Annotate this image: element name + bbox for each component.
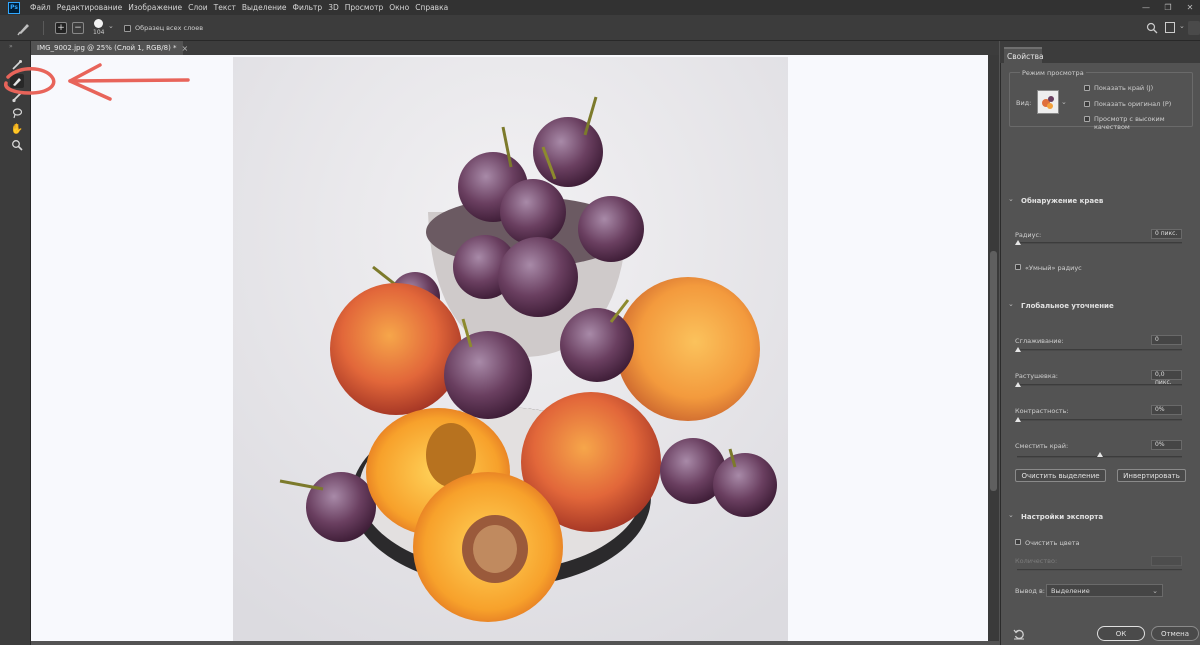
ok-button[interactable]: ОК [1097, 626, 1145, 641]
subtract-from-selection-button[interactable]: − [72, 22, 84, 34]
show-original-label: Показать оригинал (P) [1094, 100, 1172, 108]
tools-panel: » ✋ [0, 41, 31, 645]
restore-icon[interactable]: ❐ [1158, 0, 1178, 15]
workspace-icon[interactable] [1165, 22, 1175, 33]
brush-size-value: 104 [93, 29, 105, 36]
sample-all-layers-checkbox[interactable]: Образец всех слоев [124, 24, 203, 32]
edge-detection-title[interactable]: Обнаружение краев [1021, 197, 1103, 205]
amount-field [1151, 556, 1182, 566]
menu-select[interactable]: Выделение [242, 3, 287, 12]
view-chevron-down-icon[interactable]: ⌄ [1061, 98, 1067, 106]
minimize-icon[interactable]: — [1136, 0, 1156, 15]
amount-slider [1017, 569, 1182, 571]
menu-window[interactable]: Окно [389, 3, 409, 12]
menu-edit[interactable]: Редактирование [57, 3, 122, 12]
sample-all-layers-label: Образец всех слоев [135, 24, 204, 32]
output-to-select[interactable]: Выделение ⌄ [1046, 584, 1163, 597]
fruit-photo [233, 57, 788, 641]
document-tab-title: IMG_9002.jpg @ 25% (Слой 1, RGB/8) * [37, 44, 177, 52]
output-to-value: Выделение [1051, 586, 1090, 595]
photoshop-logo: Ps [8, 1, 20, 14]
menu-bar: Ps Файл Редактирование Изображение Слои … [0, 0, 1200, 15]
menu-image[interactable]: Изображение [128, 3, 182, 12]
collapse-icon[interactable]: » [9, 43, 13, 50]
options-bar: + − 104 ⌄ Образец всех слоев ⌄ [0, 15, 1200, 41]
cancel-button[interactable]: Отмена [1151, 626, 1199, 641]
radius-slider[interactable] [1017, 242, 1182, 244]
workspace-chevron-icon[interactable]: ⌄ [1179, 22, 1185, 30]
brush-tip-icon[interactable] [94, 19, 103, 28]
view-label: Вид: [1016, 99, 1032, 107]
smart-radius-label: «Умный» радиус [1025, 264, 1082, 272]
high-quality-label: Просмотр с высоким качеством [1094, 115, 1165, 131]
vertical-scrollbar[interactable] [988, 55, 999, 641]
menu-file[interactable]: Файл [30, 3, 51, 12]
menu-layers[interactable]: Слои [188, 3, 208, 12]
contrast-slider-knob[interactable] [1015, 417, 1021, 422]
shift-edge-field[interactable]: 0% [1151, 440, 1182, 450]
feather-field[interactable]: 0,0 пикс. [1151, 370, 1182, 386]
smooth-slider[interactable] [1017, 349, 1182, 351]
global-refine-chevron-icon[interactable]: ⌄ [1008, 300, 1014, 308]
checkbox-icon[interactable] [124, 24, 131, 32]
close-tab-icon[interactable]: × [182, 44, 189, 53]
hand-tool-icon[interactable]: ✋ [10, 122, 24, 136]
radius-slider-knob[interactable] [1015, 240, 1021, 245]
global-refine-title[interactable]: Глобальное уточнение [1021, 302, 1114, 310]
radius-label: Радиус: [1015, 231, 1042, 239]
shift-edge-slider-knob[interactable] [1097, 452, 1103, 457]
show-edge-checkbox[interactable] [1084, 85, 1090, 91]
output-chevron-down-icon: ⌄ [1152, 586, 1158, 595]
menu-3d[interactable]: 3D [328, 3, 339, 12]
chevron-down-icon[interactable]: ⌄ [108, 22, 114, 30]
amount-label: Количество: [1015, 557, 1058, 565]
export-settings-title[interactable]: Настройки экспорта [1021, 513, 1103, 521]
decontaminate-label: Очистить цвета [1025, 539, 1080, 547]
contrast-field[interactable]: 0% [1151, 405, 1182, 415]
show-edge-label: Показать край (J) [1094, 84, 1154, 92]
share-button[interactable] [1188, 21, 1200, 35]
search-icon[interactable] [1146, 22, 1158, 34]
add-to-selection-button[interactable]: + [55, 22, 67, 34]
shift-edge-label: Сместить край: [1015, 442, 1069, 450]
smooth-label: Сглаживание: [1015, 337, 1064, 345]
export-chevron-icon[interactable]: ⌄ [1008, 511, 1014, 519]
smart-radius-checkbox[interactable] [1015, 264, 1021, 270]
contrast-slider[interactable] [1017, 419, 1182, 421]
red-arrow-annotation [4, 63, 190, 101]
clear-selection-button[interactable]: Очистить выделение [1015, 469, 1106, 482]
fruit-photo-image [233, 57, 788, 641]
menu-filter[interactable]: Фильтр [293, 3, 323, 12]
scrollbar-thumb[interactable] [990, 251, 997, 491]
feather-slider[interactable] [1017, 384, 1182, 386]
contrast-label: Контрастность: [1015, 407, 1069, 415]
close-window-icon[interactable]: ✕ [1180, 0, 1200, 15]
menu-type[interactable]: Текст [214, 3, 236, 12]
show-original-checkbox[interactable] [1084, 101, 1090, 107]
high-quality-checkbox[interactable] [1084, 116, 1090, 122]
divider [43, 21, 44, 35]
feather-label: Растушевка: [1015, 372, 1058, 380]
smooth-field[interactable]: 0 [1151, 335, 1182, 345]
view-mode-thumbnail[interactable] [1037, 90, 1059, 114]
document-tab[interactable]: IMG_9002.jpg @ 25% (Слой 1, RGB/8) * × [31, 41, 188, 55]
view-mode-title: Режим просмотра [1020, 69, 1086, 77]
menu-view[interactable]: Просмотр [345, 3, 384, 12]
reset-icon[interactable] [1013, 628, 1025, 640]
menu-help[interactable]: Справка [415, 3, 448, 12]
zoom-tool-icon[interactable] [10, 138, 24, 152]
refine-brush-preset-icon[interactable] [16, 20, 32, 36]
output-to-label: Вывод в: [1015, 587, 1045, 595]
edge-detection-chevron-icon[interactable]: ⌄ [1008, 195, 1014, 203]
invert-button[interactable]: Инвертировать [1117, 469, 1186, 482]
tab-properties[interactable]: Свойства [1004, 47, 1044, 63]
decontaminate-checkbox[interactable] [1015, 539, 1021, 545]
feather-slider-knob[interactable] [1015, 382, 1021, 387]
smooth-slider-knob[interactable] [1015, 347, 1021, 352]
radius-field[interactable]: 0 пикс. [1151, 229, 1182, 239]
